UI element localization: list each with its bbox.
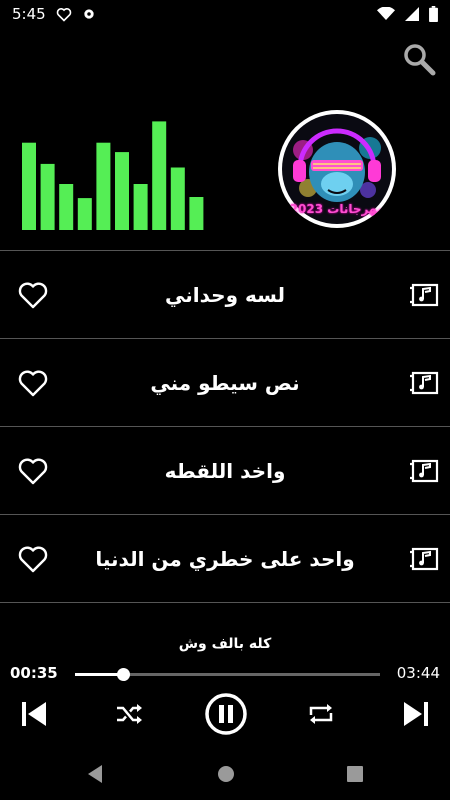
back-triangle-icon: [88, 765, 102, 783]
song-row[interactable]: واحد على خطري من الدنيا: [0, 515, 450, 603]
battery-icon: [429, 6, 438, 22]
favorite-button[interactable]: [17, 368, 49, 398]
favorite-button[interactable]: [17, 280, 49, 310]
song-title: واخد اللقطه: [164, 458, 286, 483]
favorite-button[interactable]: [17, 456, 49, 486]
pause-icon: [205, 693, 247, 735]
equalizer-bar: [59, 184, 74, 230]
settings-gear-icon: [84, 9, 94, 19]
repeat-icon: [309, 704, 333, 724]
music-file-button[interactable]: [409, 547, 439, 571]
equalizer-bar: [170, 167, 185, 230]
next-icon: [404, 702, 428, 726]
album-caption: مهرجانات 2023: [289, 202, 385, 216]
equalizer-bar: [40, 163, 55, 230]
music-note-icon: [410, 459, 439, 483]
elapsed-time: 00:35: [10, 664, 58, 682]
heart-outline-icon: [56, 7, 71, 22]
search-icon: [404, 44, 436, 76]
music-note-icon: [410, 547, 439, 571]
equalizer-bar: [77, 198, 92, 230]
shuffle-button[interactable]: [114, 696, 144, 732]
album-art: مهرجانات 2023: [278, 110, 396, 228]
pause-button[interactable]: [204, 692, 248, 736]
song-row[interactable]: واخد اللقطه: [0, 427, 450, 515]
now-playing-title: كله بالف وش: [178, 636, 272, 652]
music-file-button[interactable]: [409, 459, 439, 483]
song-list: لسه وحداني نص سيطو مني واخد اللقطه واحد على…: [0, 250, 450, 603]
song-title: واحد على خطري من الدنيا: [95, 546, 355, 571]
song-title: نص سيطو مني: [150, 370, 300, 395]
status-time: 5:45: [12, 5, 46, 23]
song-row[interactable]: لسه وحداني: [0, 251, 450, 339]
recents-square-icon: [347, 766, 363, 782]
equalizer-bar: [115, 152, 129, 230]
heart-outline-icon: [18, 370, 48, 397]
repeat-button[interactable]: [306, 696, 336, 732]
heart-outline-icon: [18, 458, 48, 485]
total-time: 03:44: [396, 664, 440, 682]
equalizer-bar: [133, 184, 148, 230]
equalizer-bar: [22, 142, 36, 230]
search-button[interactable]: [402, 42, 436, 76]
music-note-icon: [410, 283, 439, 307]
wifi-icon: [377, 7, 395, 20]
progress-fill: [75, 673, 123, 676]
equalizer-bar: [189, 197, 204, 230]
system-nav-bar: [0, 752, 450, 800]
nav-recents-button[interactable]: [346, 765, 364, 787]
equalizer-bar: [96, 142, 111, 230]
music-note-icon: [410, 371, 439, 395]
equalizer-bar: [152, 121, 167, 230]
status-left: 5:45: [12, 5, 96, 23]
home-circle-icon: [218, 766, 234, 782]
next-button[interactable]: [400, 696, 432, 732]
music-file-button[interactable]: [409, 283, 439, 307]
nav-back-button[interactable]: [86, 764, 104, 788]
heart-outline-icon: [18, 282, 48, 309]
cellular-signal-icon: [405, 7, 419, 21]
song-row[interactable]: نص سيطو مني: [0, 339, 450, 427]
nav-home-button[interactable]: [216, 764, 236, 788]
song-title: لسه وحداني: [165, 282, 285, 307]
progress-bar[interactable]: [75, 668, 380, 681]
status-right: [377, 6, 438, 22]
equalizer-visualizer: [22, 121, 204, 230]
status-bar: 5:45: [0, 0, 450, 28]
progress-thumb[interactable]: [116, 668, 130, 681]
favorite-button[interactable]: [17, 544, 49, 574]
shuffle-icon: [117, 704, 142, 724]
heart-outline-icon: [18, 546, 48, 573]
previous-button[interactable]: [18, 696, 50, 732]
music-file-button[interactable]: [409, 371, 439, 395]
previous-icon: [22, 702, 46, 726]
